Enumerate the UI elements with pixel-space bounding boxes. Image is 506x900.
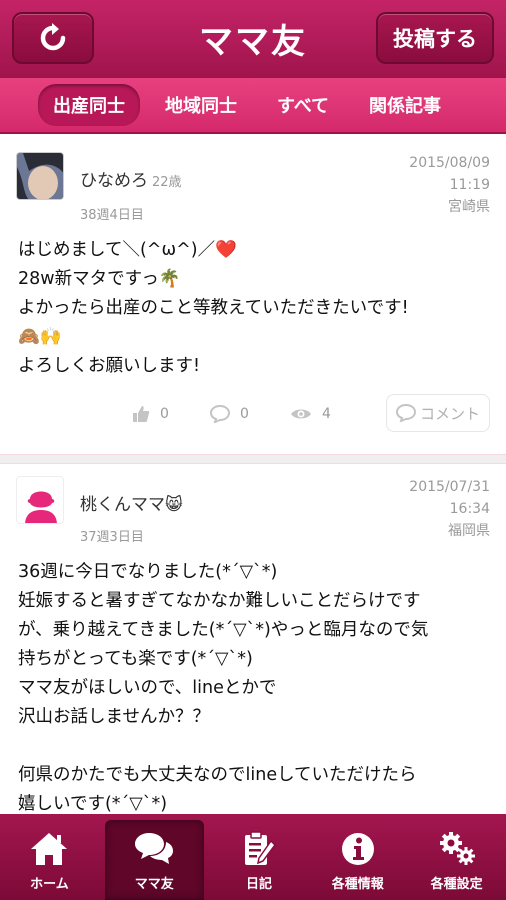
bottom-nav: ホーム ママ友 日記 各種情報 各種設定 (0, 814, 506, 900)
pregnancy-week: 38週4日目 (80, 208, 144, 223)
post-button[interactable]: 投稿する (376, 12, 494, 64)
nav-info[interactable]: 各種情報 (308, 814, 407, 900)
gears-icon (439, 832, 475, 865)
diary-icon (244, 831, 276, 865)
post-divider (0, 454, 506, 464)
post-body: はじめまして＼(^ω^)／❤️ 28w新マタですっ🌴 よかったら出産のこと等教え… (18, 240, 409, 376)
comment-button-label: コメント (419, 404, 480, 423)
like-count: 0 (160, 406, 169, 422)
tab-same-region[interactable]: 地域同士 (150, 84, 252, 126)
post-card[interactable]: ひなめろ 22歳 38週4日目 2015/08/09 11:19 宮崎県 はじめま… (0, 136, 506, 454)
post-date: 2015/08/09 (409, 155, 490, 171)
nav-mama-friends-label: ママ友 (134, 877, 174, 892)
avatar-photo (17, 153, 63, 199)
speech-bubble-icon (395, 404, 416, 422)
tab-all[interactable]: すべて (262, 84, 344, 126)
post-meta: 2015/08/09 11:19 宮崎県 (409, 152, 490, 218)
comment-count: 0 (240, 406, 249, 422)
default-avatar-icon (25, 491, 57, 523)
nav-mama-friends[interactable]: ママ友 (104, 820, 204, 900)
nav-diary-label: 日記 (245, 877, 272, 892)
app-header: ママ友 投稿する (0, 0, 506, 78)
category-tabs: 出産同士 地域同士 すべて 関係記事 (0, 78, 506, 134)
comment-button[interactable]: コメント (386, 394, 490, 432)
info-icon (341, 833, 374, 865)
avatar[interactable] (16, 476, 64, 524)
poster-name-text: ひなめろ (80, 171, 148, 191)
post-actions: 0 0 4 コメント (0, 394, 506, 434)
thumbs-up-icon (133, 406, 150, 422)
view-count: 4 (322, 406, 331, 422)
post-body: 36週に今日でなりました(*´▽`*) 妊娠すると暑すぎてなかなか難しいことだら… (18, 562, 429, 814)
eye-icon (291, 409, 311, 419)
post-feed[interactable]: ひなめろ 22歳 38週4日目 2015/08/09 11:19 宮崎県 はじめま… (0, 136, 506, 814)
nav-home-label: ホーム (30, 877, 69, 892)
chat-bubbles-icon (135, 833, 174, 864)
poster-name[interactable]: 桃くんママ😸 (80, 490, 183, 515)
view-count-action: 4 (290, 394, 331, 434)
nav-diary[interactable]: 日記 (210, 814, 309, 900)
avatar[interactable] (16, 152, 64, 200)
nav-settings[interactable]: 各種設定 (407, 814, 506, 900)
post-date: 2015/07/31 (409, 479, 490, 495)
home-icon (31, 833, 68, 865)
post-prefecture: 福岡県 (448, 523, 490, 539)
nav-info-label: 各種情報 (331, 877, 384, 892)
speech-bubble-icon (210, 405, 230, 423)
tab-related-articles[interactable]: 関係記事 (354, 84, 456, 126)
pregnancy-week: 37週3日目 (80, 530, 144, 545)
nav-home[interactable]: ホーム (0, 814, 99, 900)
poster-name[interactable]: ひなめろ 22歳 (80, 166, 182, 191)
post-time: 11:19 (449, 177, 490, 193)
post-card[interactable]: 桃くんママ😸 37週3日目 2015/07/31 16:34 福岡県 36週に今… (0, 464, 506, 814)
post-prefecture: 宮崎県 (448, 199, 490, 215)
tab-same-due[interactable]: 出産同士 (38, 84, 140, 126)
comment-count-action[interactable]: 0 (210, 394, 249, 434)
like-action[interactable]: 0 (132, 394, 169, 434)
nav-settings-label: 各種設定 (430, 877, 483, 892)
post-time: 16:34 (449, 501, 490, 517)
post-meta: 2015/07/31 16:34 福岡県 (409, 476, 490, 542)
poster-age: 22歳 (152, 175, 182, 190)
